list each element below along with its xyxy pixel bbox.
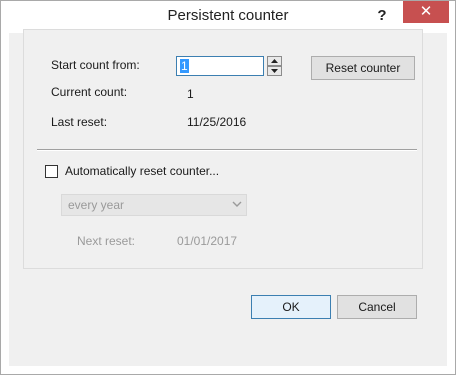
current-count-label: Current count: [51, 85, 128, 99]
start-count-value: 1 [180, 59, 189, 73]
auto-reset-label[interactable]: Automatically reset counter... [65, 164, 219, 178]
reset-frequency-value: every year [68, 198, 125, 212]
reset-frequency-select[interactable]: every year [61, 194, 247, 216]
last-reset-value: 11/25/2016 [187, 115, 247, 129]
reset-counter-button[interactable]: Reset counter [311, 56, 415, 80]
next-reset-value: 01/01/2017 [177, 234, 238, 248]
ok-button[interactable]: OK [251, 295, 331, 319]
help-button[interactable]: ? [371, 5, 393, 27]
spin-down-icon [271, 69, 278, 73]
section-divider [37, 149, 417, 151]
start-count-spinner [267, 56, 282, 76]
spin-down-button[interactable] [267, 66, 282, 76]
start-count-input[interactable]: 1 [176, 56, 264, 76]
close-button[interactable]: ✕ [403, 1, 449, 23]
next-reset-label: Next reset: [77, 234, 136, 248]
dialog-window: Persistent counter ? ✕ Start count from:… [0, 0, 456, 375]
auto-reset-checkbox[interactable] [45, 165, 58, 178]
spin-up-button[interactable] [267, 56, 282, 66]
last-reset-label: Last reset: [51, 115, 108, 129]
current-count-value: 1 [187, 87, 194, 101]
start-count-label: Start count from: [51, 58, 140, 72]
close-icon: ✕ [419, 3, 433, 20]
spin-up-icon [271, 59, 278, 63]
chevron-down-icon [232, 201, 242, 207]
cancel-button[interactable]: Cancel [337, 295, 417, 319]
